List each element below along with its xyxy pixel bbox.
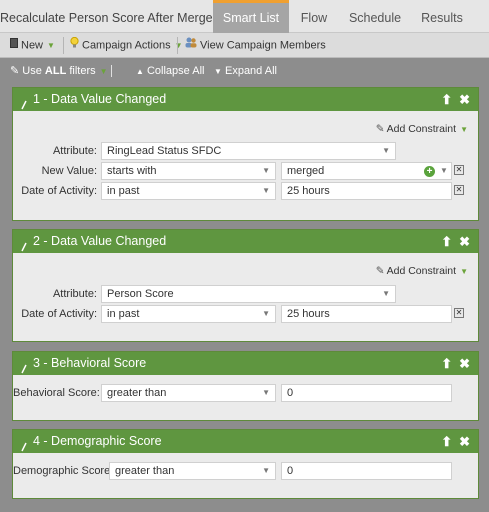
behavioral-score-operator-select[interactable]: greater than ▼: [101, 384, 276, 402]
filter-panel-4: 4 - Demographic Score ⬆ ✖ Demographic Sco…: [12, 429, 479, 499]
filter-panel-2: 2 - Data Value Changed ⬆ ✖ ✎ Add Constrain…: [12, 229, 479, 342]
date-value-input[interactable]: 25 hours: [281, 305, 452, 323]
new-icon: [10, 33, 18, 58]
view-campaign-members-label: View Campaign Members: [200, 39, 326, 52]
wrench-icon: ✎: [375, 123, 385, 135]
view-campaign-members-button[interactable]: View Campaign Members: [185, 33, 326, 58]
filterbar-divider: [111, 65, 112, 77]
add-constraint-button[interactable]: ✎ Add Constraint ▼: [376, 123, 468, 135]
new-value-operator-select[interactable]: starts with ▼: [101, 162, 276, 180]
collapse-all-button[interactable]: ▲ Collapse All: [136, 59, 204, 85]
move-up-icon[interactable]: ⬆: [441, 434, 452, 449]
remove-row-icon[interactable]: ✕: [454, 308, 464, 318]
filter-header[interactable]: 4 - Demographic Score ⬆ ✖: [13, 430, 478, 453]
attribute-select[interactable]: RingLead Status SFDC ▼: [101, 142, 396, 160]
people-icon: [185, 33, 197, 58]
remove-row-icon[interactable]: ✕: [454, 165, 464, 175]
date-value-input[interactable]: 25 hours: [281, 182, 452, 200]
chevron-down-icon: ▼: [262, 388, 270, 397]
chevron-down-icon: ▼: [99, 67, 108, 76]
drag-handle-icon[interactable]: [21, 237, 27, 252]
tab-bar: Recalculate Person Score After Merge Sma…: [0, 0, 489, 33]
attribute-label: Attribute:: [52, 145, 97, 157]
date-operator-select[interactable]: in past ▼: [101, 305, 276, 323]
move-up-icon[interactable]: ⬆: [441, 356, 452, 371]
close-icon[interactable]: ✖: [459, 92, 470, 107]
toolbar-divider: [177, 37, 178, 54]
chevron-down-icon: ▼: [174, 41, 183, 51]
add-constraint-label: Add Constraint: [386, 123, 457, 135]
close-icon[interactable]: ✖: [459, 434, 470, 449]
drag-handle-icon[interactable]: [21, 437, 27, 452]
lightbulb-icon: [70, 33, 79, 58]
wrench-icon: ✎: [375, 265, 385, 277]
chevron-down-icon: ▼: [47, 41, 55, 51]
add-constraint-label: Add Constraint: [386, 265, 457, 277]
attribute-label: Attribute:: [52, 288, 97, 300]
chevron-down-icon: ▼: [382, 289, 390, 298]
toolbar: New ▼ Campaign Actions ▼ View Campaign Mem…: [0, 33, 489, 58]
chevron-down-icon[interactable]: ▼: [440, 166, 448, 175]
filter-header[interactable]: 1 - Data Value Changed ⬆ ✖: [13, 88, 478, 111]
filter-header[interactable]: 2 - Data Value Changed ⬆ ✖: [13, 230, 478, 253]
expand-all-label: Expand All: [224, 65, 277, 77]
filter-panel-1: 1 - Data Value Changed ⬆ ✖ ✎ Add Constrain…: [12, 87, 479, 221]
tab-results[interactable]: Results: [411, 0, 473, 33]
add-value-icon[interactable]: +: [424, 166, 435, 177]
attribute-select[interactable]: Person Score ▼: [101, 285, 396, 303]
toolbar-divider: [63, 37, 64, 54]
demographic-score-label: Demographic Score:: [13, 465, 114, 477]
use-all-filters-button[interactable]: ✎ Use ALL filters ▼: [10, 59, 108, 85]
wrench-icon: ✎: [10, 65, 20, 77]
use-suffix: filters: [66, 65, 96, 77]
filter-title: 3 - Behavioral Score: [33, 356, 147, 370]
behavioral-score-label: Behavioral Score:: [13, 387, 100, 399]
date-of-activity-label: Date of Activity:: [21, 308, 97, 320]
filter-title: 2 - Data Value Changed: [33, 234, 167, 248]
chevron-down-icon: ▼: [382, 146, 390, 155]
chevron-down-icon: ▼: [262, 166, 270, 175]
add-constraint-button[interactable]: ✎ Add Constraint ▼: [376, 265, 468, 277]
remove-row-icon[interactable]: ✕: [454, 185, 464, 195]
use-all-keyword: ALL: [44, 65, 67, 77]
chevron-down-icon: ▼: [262, 466, 270, 475]
tab-smart-list[interactable]: Smart List: [213, 0, 289, 33]
behavioral-score-value-input[interactable]: 0: [281, 384, 452, 402]
new-value-label: New Value:: [41, 165, 97, 177]
collapse-icon: ▲: [136, 67, 144, 76]
new-label: New: [21, 39, 44, 52]
filter-header[interactable]: 3 - Behavioral Score ⬆ ✖: [13, 352, 478, 375]
close-icon[interactable]: ✖: [459, 356, 470, 371]
move-up-icon[interactable]: ⬆: [441, 234, 452, 249]
new-button[interactable]: New ▼: [10, 33, 55, 58]
date-operator-select[interactable]: in past ▼: [101, 182, 276, 200]
expand-icon: ▼: [214, 67, 222, 76]
chevron-down-icon: ▼: [460, 125, 468, 134]
chevron-down-icon: ▼: [262, 309, 270, 318]
campaign-title: Recalculate Person Score After Merge: [0, 11, 213, 25]
date-of-activity-label: Date of Activity:: [21, 185, 97, 197]
filter-options-bar: ✎ Use ALL filters ▼ ▲ Collapse All ▼ Expa…: [0, 59, 489, 85]
drag-handle-icon[interactable]: [21, 95, 27, 110]
drag-handle-icon[interactable]: [21, 359, 27, 374]
demographic-score-operator-select[interactable]: greater than ▼: [109, 462, 276, 480]
tab-schedule[interactable]: Schedule: [339, 0, 411, 33]
expand-all-button[interactable]: ▼ Expand All: [214, 59, 277, 85]
filter-title: 1 - Data Value Changed: [33, 92, 167, 106]
use-prefix: Use: [22, 65, 45, 77]
demographic-score-value-input[interactable]: 0: [281, 462, 452, 480]
move-up-icon[interactable]: ⬆: [441, 92, 452, 107]
tab-flow[interactable]: Flow: [289, 0, 339, 33]
collapse-all-label: Collapse All: [146, 65, 205, 77]
filter-panel-3: 3 - Behavioral Score ⬆ ✖ Behavioral Score…: [12, 351, 479, 421]
chevron-down-icon: ▼: [460, 267, 468, 276]
campaign-actions-button[interactable]: Campaign Actions ▼: [70, 33, 183, 58]
close-icon[interactable]: ✖: [459, 234, 470, 249]
campaign-actions-label: Campaign Actions: [82, 39, 171, 52]
chevron-down-icon: ▼: [262, 186, 270, 195]
filter-title: 4 - Demographic Score: [33, 434, 162, 448]
